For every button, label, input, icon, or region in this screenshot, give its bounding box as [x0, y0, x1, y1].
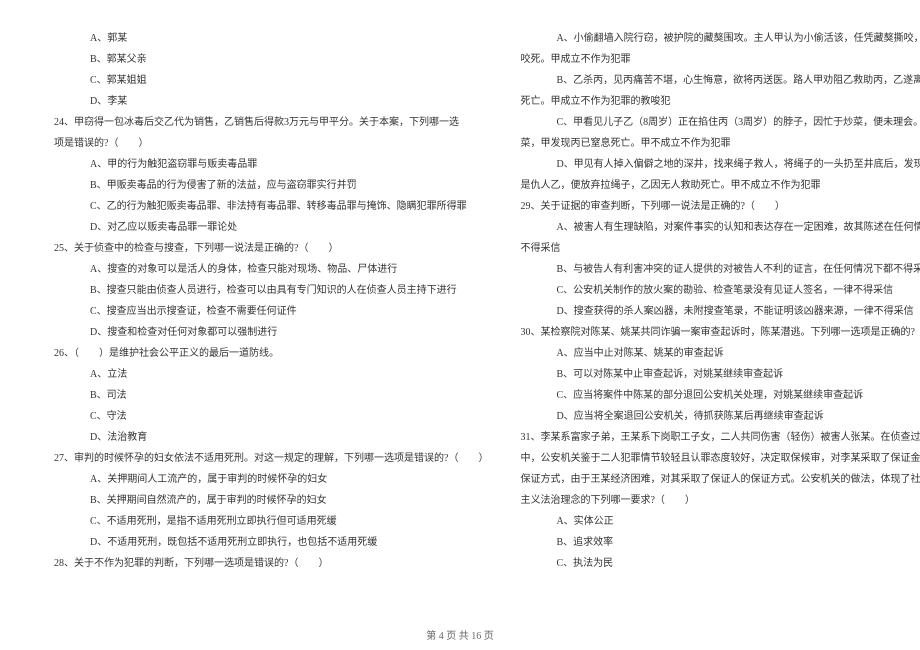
question-24: 24、甲窃得一包冰毒后交乙代为销售，乙销售后得款3万元与甲平分。关于本案，下列哪…	[54, 112, 488, 133]
option: B、郭某父亲	[54, 49, 488, 70]
option: D、应当将全案退回公安机关，待抓获陈某后再继续审查起诉	[520, 406, 920, 427]
right-column: A、小偷翻墙入院行窃，被护院的藏獒围攻。主人甲认为小偷活该，任凭藏獒撕咬，小偷被…	[520, 28, 920, 608]
question-31-cont: 保证方式，由于王某经济困难，对其采取了保证人的保证方式。公安机关的做法，体现了社…	[520, 469, 920, 490]
option: A、被害人有生理缺陷，对案件事实的认知和表达存在一定困难，故其陈述在任何情况下都	[520, 217, 920, 238]
question-25: 25、关于侦查中的检查与搜查，下列哪一说法是正确的?（ ）	[54, 238, 488, 259]
question-31-cont: 中，公安机关鉴于二人犯罪情节较轻且认罪态度较好，决定取保候审，对李某采取了保证金…	[520, 448, 920, 469]
option-cont: 咬死。甲成立不作为犯罪	[520, 49, 920, 70]
option: A、搜查的对象可以是活人的身体，检查只能对现场、物品、尸体进行	[54, 259, 488, 280]
option-cont: 菜，甲发现丙已窒息死亡。甲不成立不作为犯罪	[520, 133, 920, 154]
option: C、不适用死刑，是指不适用死刑立即执行但可适用死缓	[54, 511, 488, 532]
option: D、法治教育	[54, 427, 488, 448]
option: A、甲的行为触犯盗窃罪与贩卖毒品罪	[54, 154, 488, 175]
left-column: A、郭某 B、郭某父亲 C、郭某姐姐 D、李某 24、甲窃得一包冰毒后交乙代为销…	[54, 28, 488, 608]
option: B、可以对陈某中止审查起诉，对姚某继续审查起诉	[520, 364, 920, 385]
option: C、乙的行为触犯贩卖毒品罪、非法持有毒品罪、转移毒品罪与掩饰、隐瞒犯罪所得罪	[54, 196, 488, 217]
option: A、郭某	[54, 28, 488, 49]
option: A、小偷翻墙入院行窃，被护院的藏獒围攻。主人甲认为小偷活该，任凭藏獒撕咬，小偷被	[520, 28, 920, 49]
question-28: 28、关于不作为犯罪的判断，下列哪一选项是错误的?（ ）	[54, 553, 488, 574]
question-24-cont: 项是错误的?（ ）	[54, 133, 488, 154]
option: C、执法为民	[520, 553, 920, 574]
option-cont: 不得采信	[520, 238, 920, 259]
option: D、不适用死刑，既包括不适用死刑立即执行，也包括不适用死缓	[54, 532, 488, 553]
question-29: 29、关于证据的审查判断，下列哪一说法是正确的?（ ）	[520, 196, 920, 217]
option: B、乙杀丙，见丙痛苦不堪，心生悔意，欲将丙送医。路人甲劝阻乙救助丙，乙遂离开，丙	[520, 70, 920, 91]
question-26: 26、（ ）是维护社会公平正义的最后一道防线。	[54, 343, 488, 364]
option: B、搜查只能由侦查人员进行，检查可以由具有专门知识的人在侦查人员主持下进行	[54, 280, 488, 301]
question-27: 27、审判的时候怀孕的妇女依法不适用死刑。对这一规定的理解，下列哪一选项是错误的…	[54, 448, 488, 469]
question-31-cont: 主义法治理念的下列哪一要求?（ ）	[520, 490, 920, 511]
option: C、郭某姐姐	[54, 70, 488, 91]
option: B、与被告人有利害冲突的证人提供的对被告人不利的证言，在任何情况下都不得采信	[520, 259, 920, 280]
option: A、实体公正	[520, 511, 920, 532]
option: A、应当中止对陈某、姚某的审查起诉	[520, 343, 920, 364]
option: B、司法	[54, 385, 488, 406]
option: D、搜查和检查对任何对象都可以强制进行	[54, 322, 488, 343]
option: A、关押期间人工流产的，属于审判的时候怀孕的妇女	[54, 469, 488, 490]
option: D、对乙应以贩卖毒品罪一罪论处	[54, 217, 488, 238]
page-footer: 第 4 页 共 16 页	[0, 627, 920, 642]
option: B、甲贩卖毒品的行为侵害了新的法益，应与盗窃罪实行并罚	[54, 175, 488, 196]
option: C、甲看见儿子乙（8周岁）正在掐住丙（3周岁）的脖子，因忙于炒菜，便未理会。等炒…	[520, 112, 920, 133]
option: C、应当将案件中陈某的部分退回公安机关处理，对姚某继续审查起诉	[520, 385, 920, 406]
option: B、关押期间自然流产的，属于审判的时候怀孕的妇女	[54, 490, 488, 511]
option: D、甲见有人掉入偏僻之地的深井，找来绳子救人，将绳子的一头扔至井底后，发现井下的	[520, 154, 920, 175]
question-31: 31、李某系富家子弟，王某系下岗职工子女，二人共同伤害（轻伤）被害人张某。在侦查…	[520, 427, 920, 448]
option: C、守法	[54, 406, 488, 427]
option: D、搜查获得的杀人案凶器，未附搜查笔录，不能证明该凶器来源，一律不得采信	[520, 301, 920, 322]
option: D、李某	[54, 91, 488, 112]
question-30: 30、某检察院对陈某、姚某共同诈骗一案审查起诉时，陈某潜逃。下列哪一选项是正确的…	[520, 322, 920, 343]
option-cont: 死亡。甲成立不作为犯罪的教唆犯	[520, 91, 920, 112]
option: C、公安机关制作的放火案的勘验、检查笔录没有见证人签名，一律不得采信	[520, 280, 920, 301]
option: A、立法	[54, 364, 488, 385]
option: B、追求效率	[520, 532, 920, 553]
option-cont: 是仇人乙，便放弃拉绳子，乙因无人救助死亡。甲不成立不作为犯罪	[520, 175, 920, 196]
option: C、搜查应当出示搜查证，检查不需要任何证件	[54, 301, 488, 322]
